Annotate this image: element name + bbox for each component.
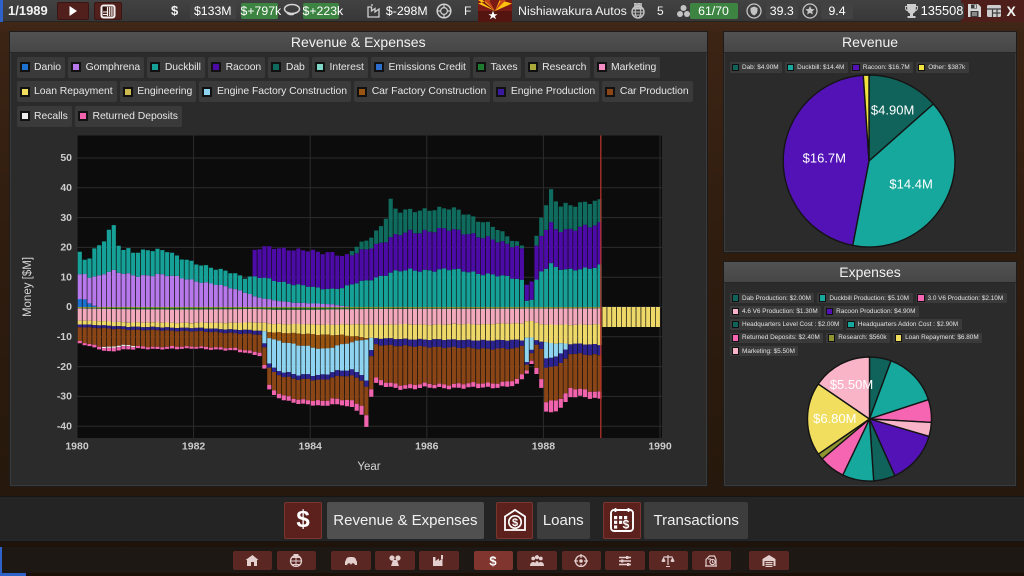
svg-text:Year: Year (357, 461, 380, 473)
svg-text:1984: 1984 (299, 441, 323, 453)
svg-text:$5.50M: $5.50M (830, 377, 873, 392)
svg-text:$6.80M: $6.80M (813, 411, 856, 426)
svg-text:1982: 1982 (182, 441, 206, 453)
svg-text:20: 20 (60, 242, 72, 254)
svg-text:$4.90M: $4.90M (871, 102, 914, 117)
svg-text:1980: 1980 (65, 441, 89, 453)
svg-text:$: $ (490, 554, 498, 567)
svg-text:$14.4M: $14.4M (889, 176, 932, 191)
svg-text:40: 40 (60, 182, 72, 194)
svg-text:1990: 1990 (648, 441, 672, 453)
svg-text:10: 10 (60, 271, 72, 283)
svg-text:50: 50 (60, 152, 72, 164)
svg-text:1988: 1988 (532, 441, 556, 453)
svg-text:0: 0 (66, 301, 72, 313)
svg-text:-40: -40 (57, 420, 72, 432)
svg-text:-10: -10 (57, 331, 72, 343)
svg-text:$: $ (623, 518, 630, 532)
svg-text:-20: -20 (57, 361, 72, 373)
svg-text:30: 30 (60, 212, 72, 224)
svg-text:-30: -30 (57, 391, 72, 403)
svg-text:$: $ (511, 517, 517, 529)
svg-text:Money [$M]: Money [$M] (22, 257, 34, 317)
svg-text:1986: 1986 (415, 441, 439, 453)
svg-text:$16.7M: $16.7M (803, 151, 846, 166)
